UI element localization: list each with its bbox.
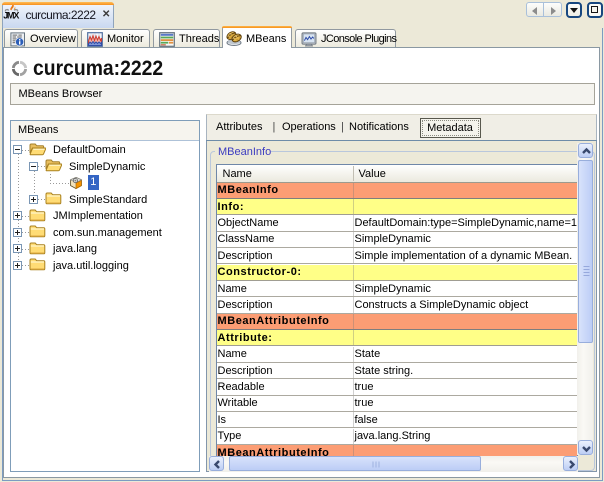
svg-text:JMX: JMX [3,10,19,20]
